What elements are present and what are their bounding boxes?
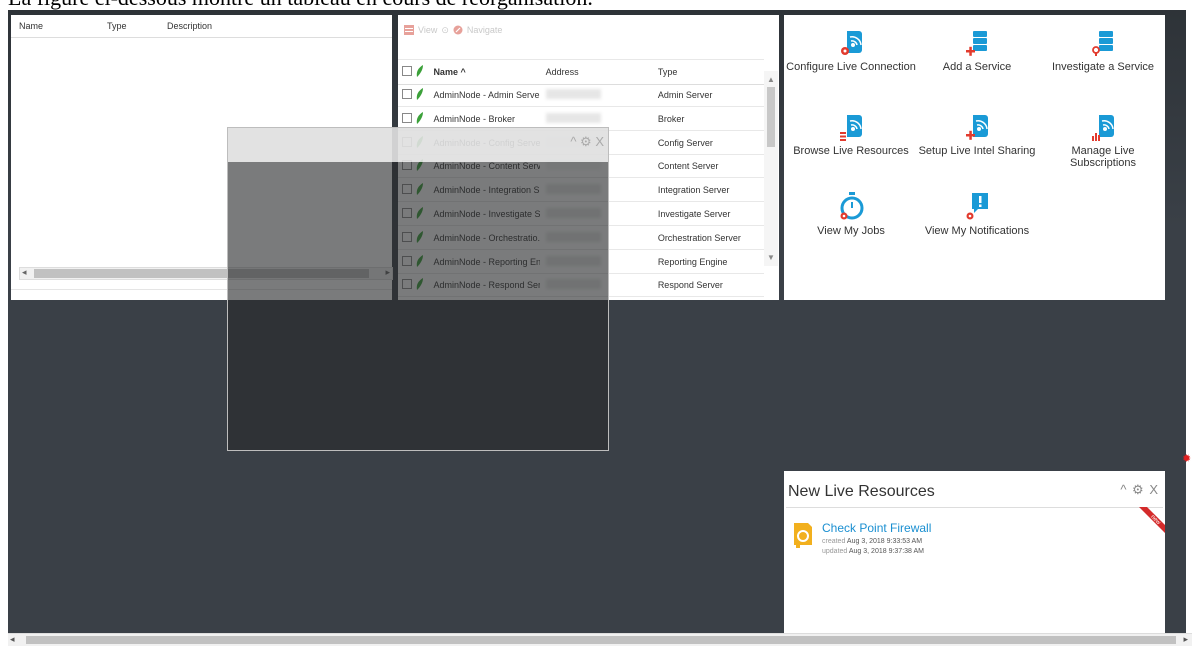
updated-label: updated bbox=[822, 548, 848, 555]
scrollbar-thumb[interactable] bbox=[767, 87, 775, 147]
resource-created: created Aug 3, 2018 9:33:53 AM bbox=[822, 538, 922, 545]
service-type: Config Server bbox=[657, 137, 713, 148]
live-list-icon bbox=[840, 115, 862, 141]
service-name: AdminNode - Admin Server bbox=[433, 90, 540, 100]
view-my-notifications-button[interactable]: View My Notifications bbox=[912, 191, 1042, 237]
browse-live-resources-button[interactable]: Browse Live Resources bbox=[786, 113, 916, 157]
action-label: View My Notifications bbox=[924, 225, 1030, 237]
setup-live-intel-sharing-button[interactable]: Setup Live Intel Sharing bbox=[912, 113, 1042, 157]
server-search-icon bbox=[1092, 31, 1113, 56]
action-label: Add a Service bbox=[942, 61, 1012, 73]
leaf-icon bbox=[416, 111, 423, 124]
scroll-left-icon[interactable]: ◂ bbox=[22, 267, 27, 278]
action-label: Manage Live Subscriptions bbox=[1069, 145, 1137, 169]
action-label: Configure Live Connection bbox=[786, 61, 916, 73]
row-checkbox[interactable] bbox=[402, 112, 412, 123]
services-toolbar: View ⊙ Navigate bbox=[398, 15, 779, 45]
column-header-type[interactable]: Type bbox=[652, 67, 764, 77]
resource-updated: updated Aug 3, 2018 9:37:38 AM bbox=[822, 548, 924, 555]
scroll-down-icon[interactable]: ▼ bbox=[767, 253, 775, 262]
action-label: Browse Live Resources bbox=[793, 145, 909, 157]
navigate-icon[interactable] bbox=[453, 25, 463, 35]
service-type: Reporting Engine bbox=[657, 256, 728, 267]
dashlet-controls[interactable]: ^ ⚙ X bbox=[570, 134, 604, 150]
created-value: Aug 3, 2018 9:33:53 AM bbox=[846, 538, 923, 545]
leaf-icon bbox=[416, 65, 423, 77]
live-share-icon bbox=[966, 115, 988, 140]
service-type: Respond Server bbox=[657, 280, 723, 291]
resource-icon bbox=[794, 523, 812, 548]
vertical-scrollbar[interactable]: ▲ ▼ bbox=[764, 71, 778, 266]
grid-view-icon[interactable] bbox=[404, 25, 414, 35]
page-horizontal-scrollbar[interactable]: ◂ ▸ bbox=[8, 633, 1192, 646]
column-header-address[interactable]: Address bbox=[540, 67, 652, 77]
service-type: Orchestration Server bbox=[657, 232, 741, 243]
service-address bbox=[540, 89, 652, 101]
live-subscriptions-icon bbox=[1092, 115, 1114, 141]
dashlet-new-live-resources: New Live Resources ^ ⚙ X new Check Point… bbox=[784, 471, 1165, 635]
chevron-down-icon[interactable]: ⊙ bbox=[441, 25, 449, 36]
notification-icon bbox=[966, 193, 988, 220]
scroll-right-icon[interactable]: ▸ bbox=[1183, 634, 1188, 645]
dashlet-header[interactable] bbox=[228, 128, 608, 162]
gear-icon[interactable]: ✹ bbox=[1182, 452, 1191, 465]
service-type: Investigate Server bbox=[657, 209, 731, 219]
view-my-jobs-button[interactable]: View My Jobs bbox=[786, 191, 916, 237]
dashlet-quick-actions: Configure Live Connection Add a Service … bbox=[784, 15, 1165, 300]
table-row[interactable]: AdminNode - Admin Server Admin Server bbox=[398, 84, 764, 107]
action-label: View My Jobs bbox=[817, 225, 885, 237]
add-a-service-button[interactable]: Add a Service bbox=[912, 29, 1042, 73]
action-label: Setup Live Intel Sharing bbox=[918, 145, 1036, 157]
service-type: Admin Server bbox=[657, 90, 713, 100]
row-checkbox[interactable] bbox=[402, 89, 412, 99]
action-label: Investigate a Service bbox=[1051, 61, 1155, 73]
service-name: AdminNode - Broker bbox=[433, 113, 515, 124]
created-label: created bbox=[822, 538, 846, 545]
leaf-icon bbox=[416, 88, 423, 100]
updated-value: Aug 3, 2018 9:37:38 AM bbox=[848, 548, 924, 555]
investigate-a-service-button[interactable]: Investigate a Service bbox=[1038, 29, 1168, 73]
resource-link[interactable]: Check Point Firewall bbox=[822, 521, 931, 535]
navigate-button[interactable]: Navigate bbox=[467, 25, 503, 35]
services-grid-header: Name ^ Address Type bbox=[398, 59, 764, 85]
dashlet-controls[interactable]: ^ ⚙ X bbox=[1120, 482, 1159, 498]
column-header-description[interactable]: Description bbox=[159, 21, 347, 31]
configure-live-connection-button[interactable]: Configure Live Connection bbox=[786, 29, 916, 73]
service-address bbox=[540, 112, 652, 125]
service-type: Integration Server bbox=[657, 185, 730, 196]
live-gear-icon bbox=[841, 31, 862, 55]
scroll-up-icon[interactable]: ▲ bbox=[767, 75, 775, 84]
stopwatch-icon bbox=[840, 192, 864, 220]
server-plus-icon bbox=[966, 31, 987, 56]
column-header-type[interactable]: Type bbox=[99, 21, 159, 31]
page-caption: La figure ci-dessous montre un tableau e… bbox=[8, 0, 1192, 10]
scroll-left-icon[interactable]: ◂ bbox=[10, 634, 15, 645]
scrollbar-thumb[interactable] bbox=[26, 636, 1176, 644]
view-button[interactable]: View bbox=[418, 25, 437, 35]
table-header: Name Type Description bbox=[11, 15, 392, 38]
divider bbox=[786, 507, 1163, 508]
manage-live-subscriptions-button[interactable]: Manage Live Subscriptions bbox=[1038, 113, 1168, 169]
service-type: Content Server bbox=[657, 161, 719, 172]
select-all-checkbox[interactable] bbox=[402, 66, 412, 76]
service-type: Broker bbox=[657, 113, 685, 124]
column-header-name[interactable]: Name ^ bbox=[431, 67, 539, 77]
dragging-dashlet-placeholder[interactable]: ^ ⚙ X bbox=[227, 127, 609, 451]
dashlet-title: New Live Resources bbox=[788, 483, 935, 500]
new-ribbon: new bbox=[1139, 507, 1165, 533]
column-header-name[interactable]: Name bbox=[11, 21, 99, 31]
